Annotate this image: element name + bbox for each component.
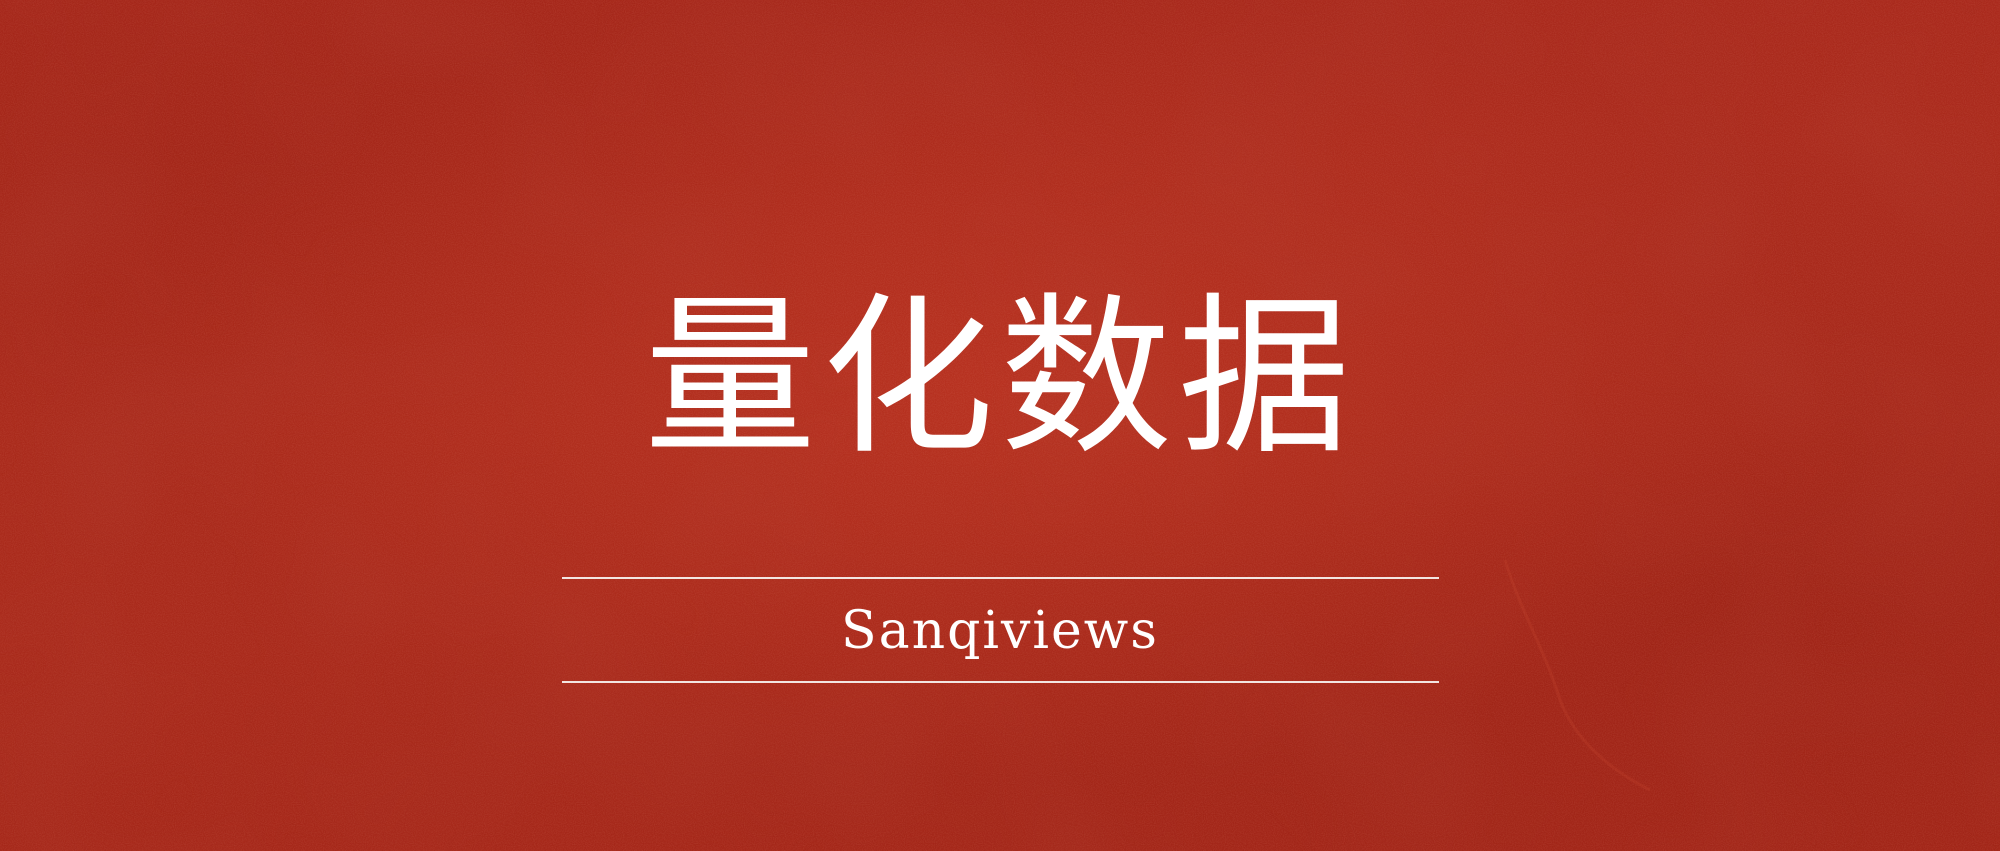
brand-subtitle: Sanqiviews: [840, 601, 1159, 661]
divider-top: [562, 577, 1439, 579]
page-title: 量化数据: [644, 277, 1356, 478]
divider-bottom: [562, 681, 1439, 683]
banner: 量化数据 Sanqiviews: [0, 0, 2000, 851]
